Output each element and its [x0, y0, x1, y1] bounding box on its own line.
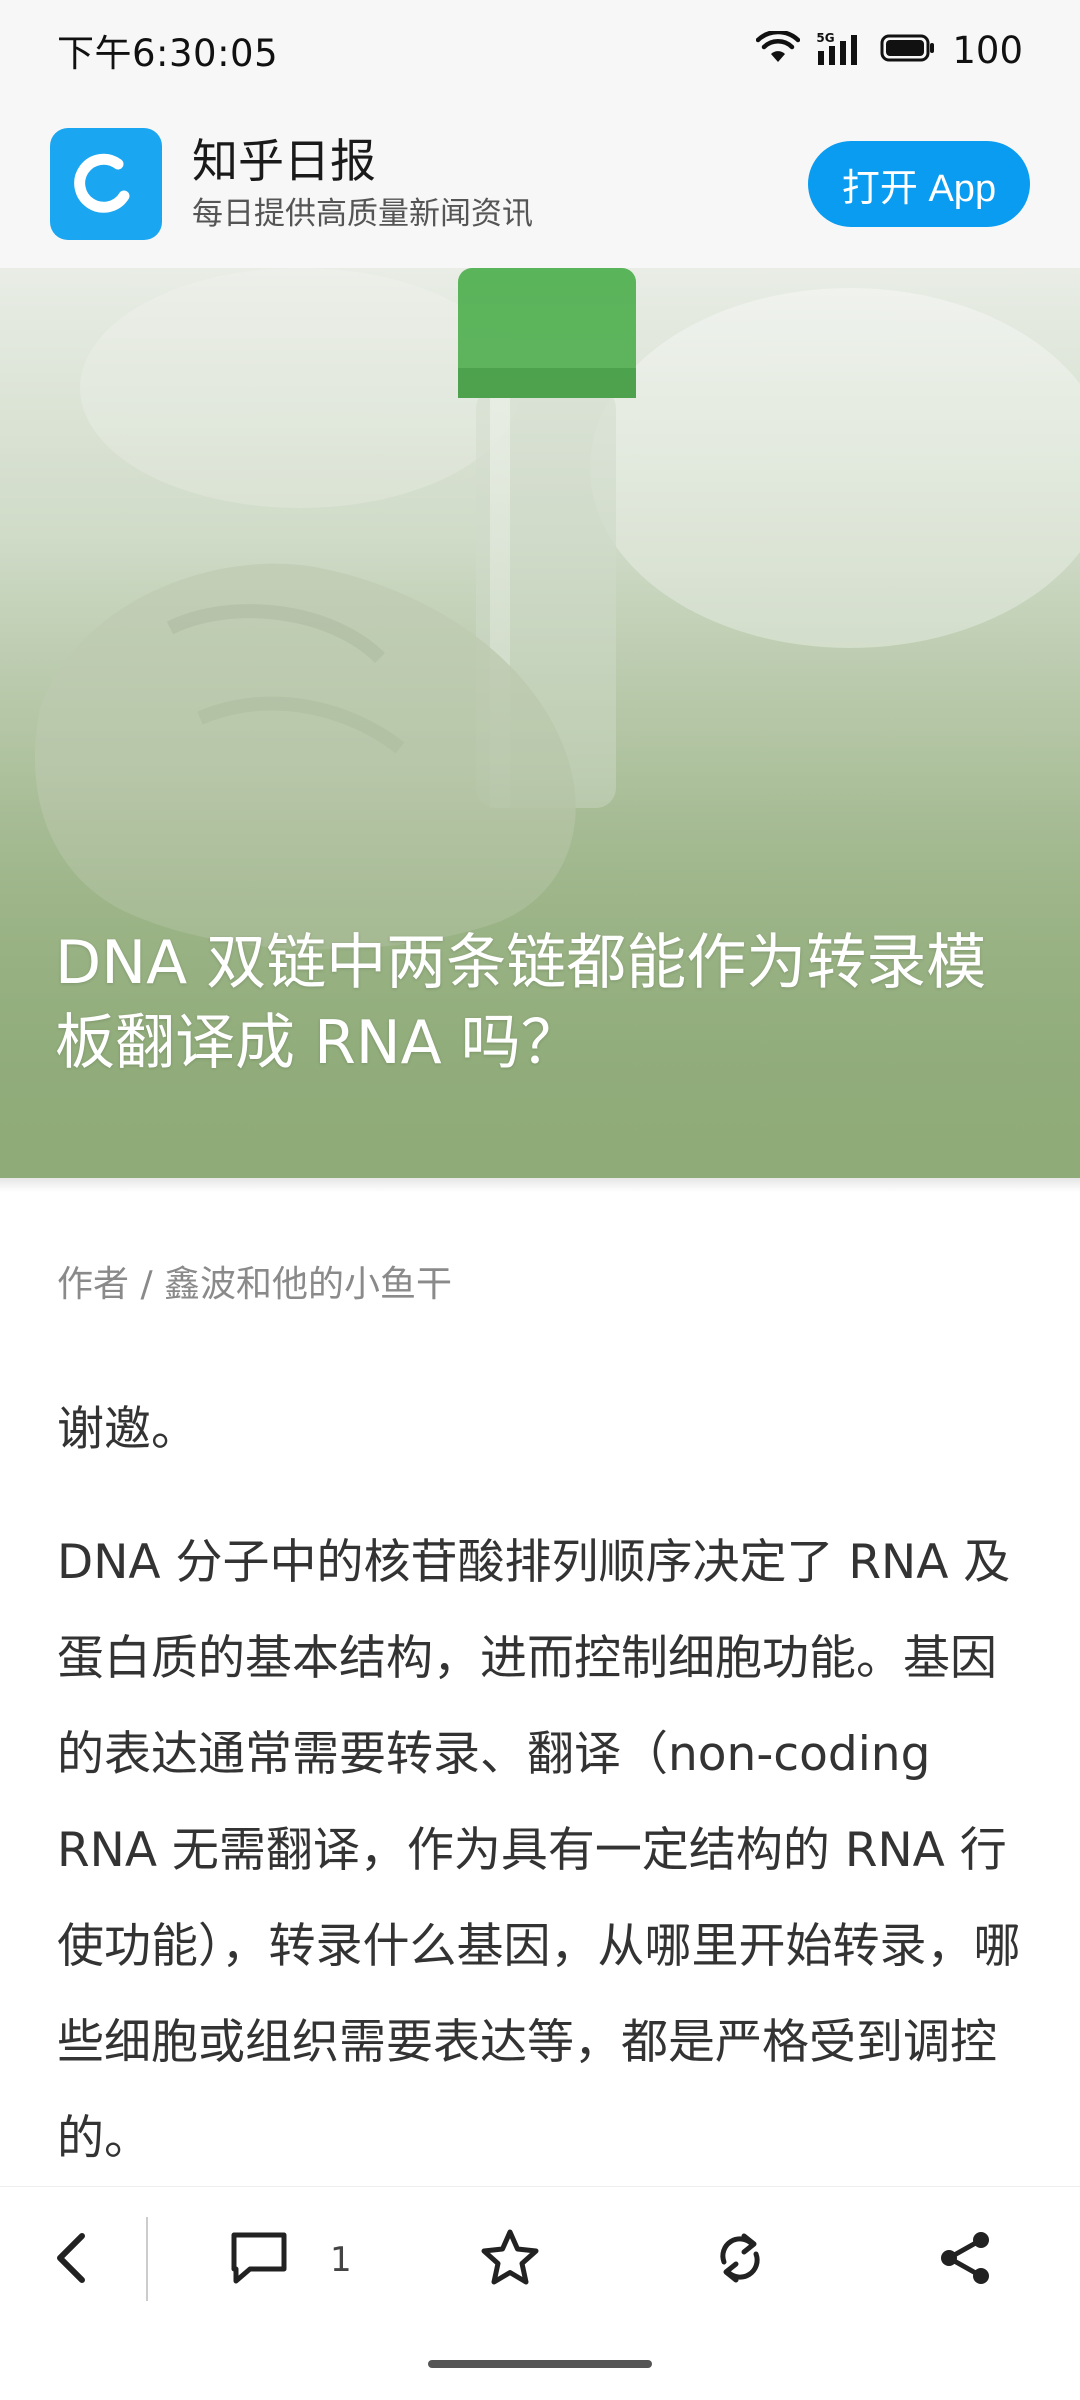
page: 下午6:30:05 5G 100 知乎日报 每日提供高质量新闻资讯 打开 App…	[0, 0, 1080, 2400]
article-author[interactable]: 作者 / 鑫波和他的小鱼干	[57, 1255, 452, 1307]
share-button[interactable]	[925, 2187, 1005, 2333]
comments-button[interactable]: 1	[228, 2187, 388, 2333]
comment-icon	[228, 2229, 290, 2291]
bottom-toolbar: 1	[0, 2186, 1080, 2333]
back-icon	[48, 2228, 92, 2292]
hero-divider	[0, 1178, 1080, 1192]
article-paragraph: DNA 分子中的核苷酸排列顺序决定了 RNA 及蛋白质的基本结构，进而控制细胞功…	[57, 1535, 1021, 2166]
battery-icon	[880, 33, 936, 67]
status-icons: 5G 100	[756, 29, 1023, 72]
share-icon	[935, 2228, 995, 2292]
article-paragraph: 谢邀。	[57, 1402, 198, 1457]
status-time: 下午6:30:05	[57, 32, 279, 75]
home-indicator[interactable]	[428, 2360, 652, 2368]
app-titles: 知乎日报 每日提供高质量新闻资讯	[192, 131, 808, 237]
app-name: 知乎日报	[192, 134, 376, 188]
status-bar: 下午6:30:05 5G 100	[0, 0, 1080, 100]
refresh-icon	[712, 2228, 768, 2292]
app-banner: 知乎日报 每日提供高质量新闻资讯 打开 App	[0, 100, 1080, 268]
back-button[interactable]	[20, 2187, 120, 2333]
refresh-button[interactable]	[700, 2187, 780, 2333]
open-app-button[interactable]: 打开 App	[808, 141, 1030, 227]
toolbar-divider	[146, 2217, 148, 2301]
signal-icon: 5G	[816, 31, 864, 67]
zhihu-daily-logo	[50, 128, 162, 240]
comment-count: 1	[330, 2240, 352, 2280]
article-body: 谢邀。 DNA 分子中的核苷酸排列顺序决定了 RNA 及蛋白质的基本结构，进而控…	[57, 1395, 1023, 2225]
star-icon	[479, 2228, 541, 2292]
app-slogan: 每日提供高质量新闻资讯	[192, 196, 533, 232]
favorite-button[interactable]	[470, 2187, 550, 2333]
hero-image: DNA 双链中两条链都能作为转录模板翻译成 RNA 吗？	[0, 268, 1080, 1178]
battery-level: 100	[952, 28, 1023, 72]
article-title: DNA 双链中两条链都能作为转录模板翻译成 RNA 吗？	[55, 928, 987, 1078]
wifi-icon	[756, 29, 801, 69]
